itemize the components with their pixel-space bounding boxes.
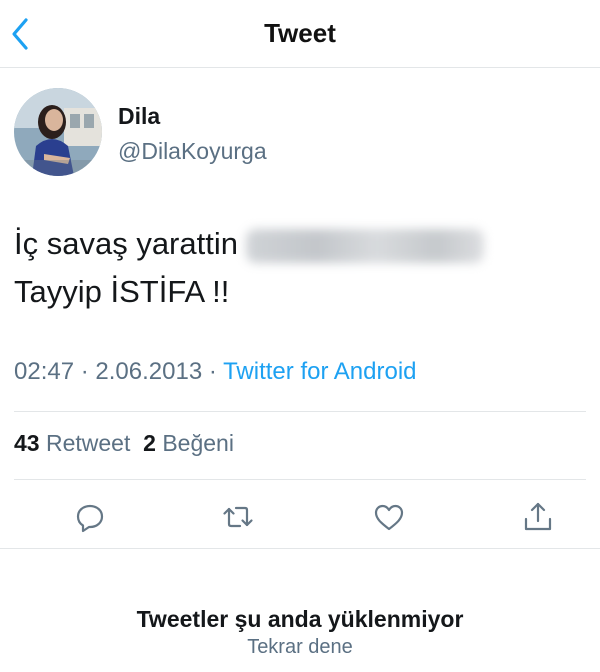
author-display-name[interactable]: Dila [118,103,160,130]
retweet-icon [223,506,253,528]
author-handle[interactable]: @DilaKoyurga [118,138,267,165]
heart-icon [374,504,404,531]
avatar[interactable] [14,88,102,176]
like-stat[interactable]: 2 Beğeni [143,430,234,456]
tweet-time: 02:47 [14,358,75,385]
tweet-meta: 02:47 · 2.06.2013 · Twitter for Android [14,358,417,386]
tweet-date: 2.06.2013 [95,358,203,385]
tweet-text-part: İç savaş yarattin [14,226,238,261]
share-button[interactable] [520,499,556,535]
meta-separator: · [80,358,89,385]
retweet-stat[interactable]: 43 Retweet [14,430,130,456]
share-icon [524,502,552,531]
reply-button[interactable] [72,499,108,535]
replies-unavailable-message: Tweetler şu anda yüklenmiyor [136,606,464,632]
retry-button[interactable]: Tekrar dene [0,636,600,659]
retweet-button[interactable] [220,499,256,535]
tweet-stats: 43 Retweet 2 Beğeni [14,430,234,457]
divider [14,411,586,412]
tweet-text-line: İç savaş yarattin [14,220,586,268]
tweet-actions [0,495,600,539]
like-label: Beğeni [162,430,234,456]
tweet-source-link[interactable]: Twitter for Android [223,358,416,385]
retweet-label: Retweet [45,430,131,456]
like-count: 2 [143,430,156,456]
meta-separator: · [208,358,217,385]
page-title: Tweet [264,18,336,48]
divider [14,479,586,480]
redacted-text-blur [245,228,484,263]
divider [0,548,600,549]
tweet-text: İç savaş yarattin Tayyip İSTİFA !! [14,220,586,316]
retweet-count: 43 [14,430,40,456]
app-header: Tweet [0,0,600,68]
reply-icon [76,504,104,533]
like-button[interactable] [371,499,407,535]
tweet-text-line: Tayyip İSTİFA !! [14,274,230,309]
